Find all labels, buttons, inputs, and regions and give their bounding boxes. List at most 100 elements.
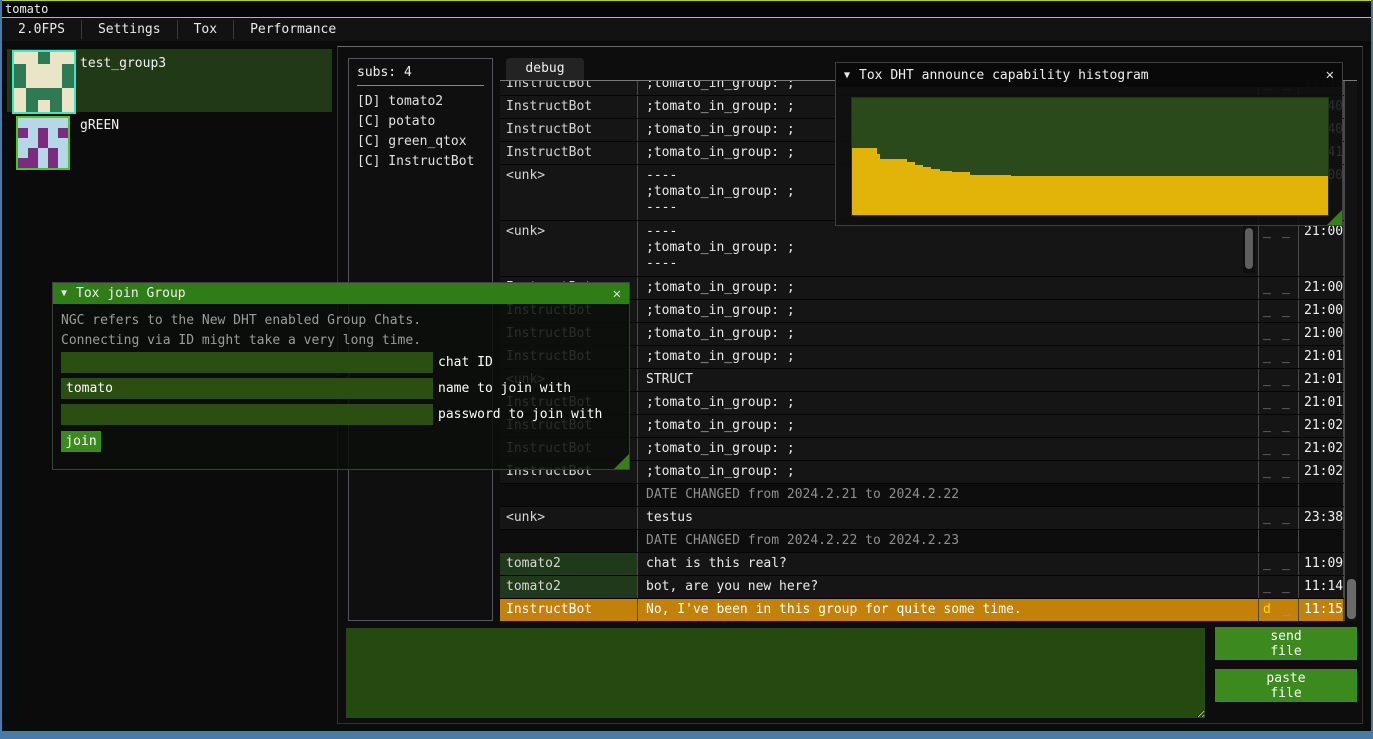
join-button[interactable]: join: [61, 431, 101, 452]
avatar-pixel: [62, 64, 74, 76]
message-text: ;tomato_in_group: ;: [637, 346, 1258, 368]
message-row[interactable]: tomato2chat is this real?__11:09: [500, 553, 1344, 576]
join-field-label: password to join with: [438, 407, 602, 422]
member-item[interactable]: [D] tomato2: [357, 92, 484, 112]
message-time: 21:01: [1298, 392, 1344, 414]
collapse-arrow-icon[interactable]: ▼: [844, 70, 850, 81]
message-status-1: _: [1258, 300, 1278, 322]
message-text: ;tomato_in_group: ;: [637, 323, 1258, 345]
dht-histogram-plot: [851, 97, 1329, 216]
avatar-pixel: [14, 88, 26, 100]
message-author: InstructBot: [500, 119, 637, 141]
histogram-bin: [1011, 176, 1328, 215]
message-time: 21:00: [1298, 300, 1344, 322]
message-text: ;tomato_in_group: ;: [637, 461, 1258, 483]
collapse-arrow-icon[interactable]: ▼: [61, 288, 67, 299]
avatar-pixel: [14, 64, 26, 76]
join-input-password-to-join-with[interactable]: [61, 404, 433, 425]
message-row[interactable]: <unk>---- ;tomato_in_group: ; ----__21:0…: [500, 221, 1344, 277]
avatar-pixel: [26, 100, 38, 112]
message-log-scrollbar[interactable]: [1344, 81, 1357, 621]
tomato-app-window: tomato 2.0FPSSettingsToxPerformance test…: [0, 0, 1373, 739]
message-status-2: _: [1278, 507, 1298, 529]
join-group-description: NGC refers to the New DHT enabled Group …: [61, 311, 621, 351]
menu-item-tox[interactable]: Tox: [178, 18, 233, 41]
menu-item-settings[interactable]: Settings: [82, 18, 177, 41]
message-row[interactable]: <unk>testus__23:38: [500, 507, 1344, 530]
avatar-pixel: [58, 158, 68, 168]
avatar-pixel: [38, 138, 48, 148]
avatar-pixel: [38, 158, 48, 168]
message-status-1: _: [1258, 507, 1278, 529]
message-text: ;tomato_in_group: ;: [637, 300, 1258, 322]
avatar-pixel: [14, 100, 26, 112]
join-group-window: ▼ Tox join Group ✕ NGC refers to the New…: [52, 282, 630, 470]
resize-grip[interactable]: [1327, 210, 1342, 225]
message-text: testus: [637, 507, 1258, 529]
message-author: InstructBot: [500, 96, 637, 118]
message-status-2: _: [1278, 415, 1298, 437]
histogram-bin: [931, 169, 939, 215]
message-time: 11:15: [1298, 599, 1344, 621]
close-icon[interactable]: ✕: [1326, 67, 1334, 83]
member-list: [D] tomato2[C] potato[C] green_qtox[C] I…: [357, 92, 484, 172]
member-item[interactable]: [C] potato: [357, 112, 484, 132]
tab-debug[interactable]: debug: [506, 58, 584, 80]
message-row[interactable]: tomato2bot, are you new here?__11:14: [500, 576, 1344, 599]
window-title: tomato: [5, 2, 48, 16]
sidebar-group-green[interactable]: gREEN: [7, 114, 332, 168]
message-row[interactable]: InstructBotNo, I've been in this group f…: [500, 599, 1344, 621]
message-time: 21:00: [1298, 277, 1344, 299]
join-field-row: password to join with: [61, 404, 602, 425]
avatar-pixel: [26, 88, 38, 100]
close-icon[interactable]: ✕: [613, 286, 621, 302]
message-time: 21:01: [1298, 346, 1344, 368]
menu-item-performance[interactable]: Performance: [234, 18, 352, 41]
dht-histogram-titlebar[interactable]: ▼ Tox DHT announce capability histogram …: [836, 63, 1342, 87]
resize-grip[interactable]: [614, 454, 629, 469]
message-time: 21:02: [1298, 461, 1344, 483]
message-status-1: [1258, 484, 1278, 506]
message-author: InstructBot: [500, 599, 637, 621]
desc-line-2: Connecting via ID might take a very long…: [61, 331, 621, 351]
message-author: InstructBot: [500, 81, 637, 95]
message-author: <unk>: [500, 507, 637, 529]
join-input-name-to-join-with[interactable]: [61, 378, 433, 399]
avatar-pixel: [28, 148, 38, 158]
message-status-2: _: [1278, 553, 1298, 575]
group-avatar: [12, 50, 76, 114]
message-cell-scrollbar[interactable]: [1243, 226, 1255, 273]
message-time: [1298, 484, 1344, 506]
avatar-pixel: [18, 138, 28, 148]
message-time: 21:02: [1298, 438, 1344, 460]
avatar-pixel: [62, 76, 74, 88]
join-group-titlebar[interactable]: ▼ Tox join Group ✕: [53, 283, 629, 304]
avatar-pixel: [18, 128, 28, 138]
avatar-pixel: [50, 76, 62, 88]
date-changed-row: DATE CHANGED from 2024.2.22 to 2024.2.23: [500, 530, 1344, 553]
member-item[interactable]: [C] InstructBot: [357, 152, 484, 172]
avatar-pixel: [14, 52, 26, 64]
join-input-chat-id[interactable]: [61, 352, 433, 373]
paste-file-button[interactable]: paste file: [1215, 669, 1357, 702]
message-text: STRUCT: [637, 369, 1258, 391]
message-text: chat is this real?: [637, 553, 1258, 575]
avatar-pixel: [38, 88, 50, 100]
join-field-row: name to join with: [61, 378, 571, 399]
message-status-2: _: [1278, 599, 1298, 621]
sidebar-group-test_group3[interactable]: test_group3: [7, 49, 332, 112]
scrollbar-thumb[interactable]: [1347, 579, 1356, 619]
send-file-button[interactable]: send file: [1215, 627, 1357, 660]
date-changed-text: DATE CHANGED from 2024.2.22 to 2024.2.23: [637, 530, 1258, 552]
message-time: 21:01: [1298, 369, 1344, 391]
message-author: tomato2: [500, 576, 637, 598]
message-status-1: _: [1258, 221, 1278, 276]
menu-item-2-0fps[interactable]: 2.0FPS: [2, 18, 81, 41]
avatar-pixel: [18, 158, 28, 168]
avatar-pixel: [26, 76, 38, 88]
chat-message-input[interactable]: [346, 628, 1205, 718]
message-status-2: _: [1278, 300, 1298, 322]
member-item[interactable]: [C] green_qtox: [357, 132, 484, 152]
scrollbar-thumb[interactable]: [1245, 228, 1253, 269]
message-text: No, I've been in this group for quite so…: [637, 599, 1258, 621]
